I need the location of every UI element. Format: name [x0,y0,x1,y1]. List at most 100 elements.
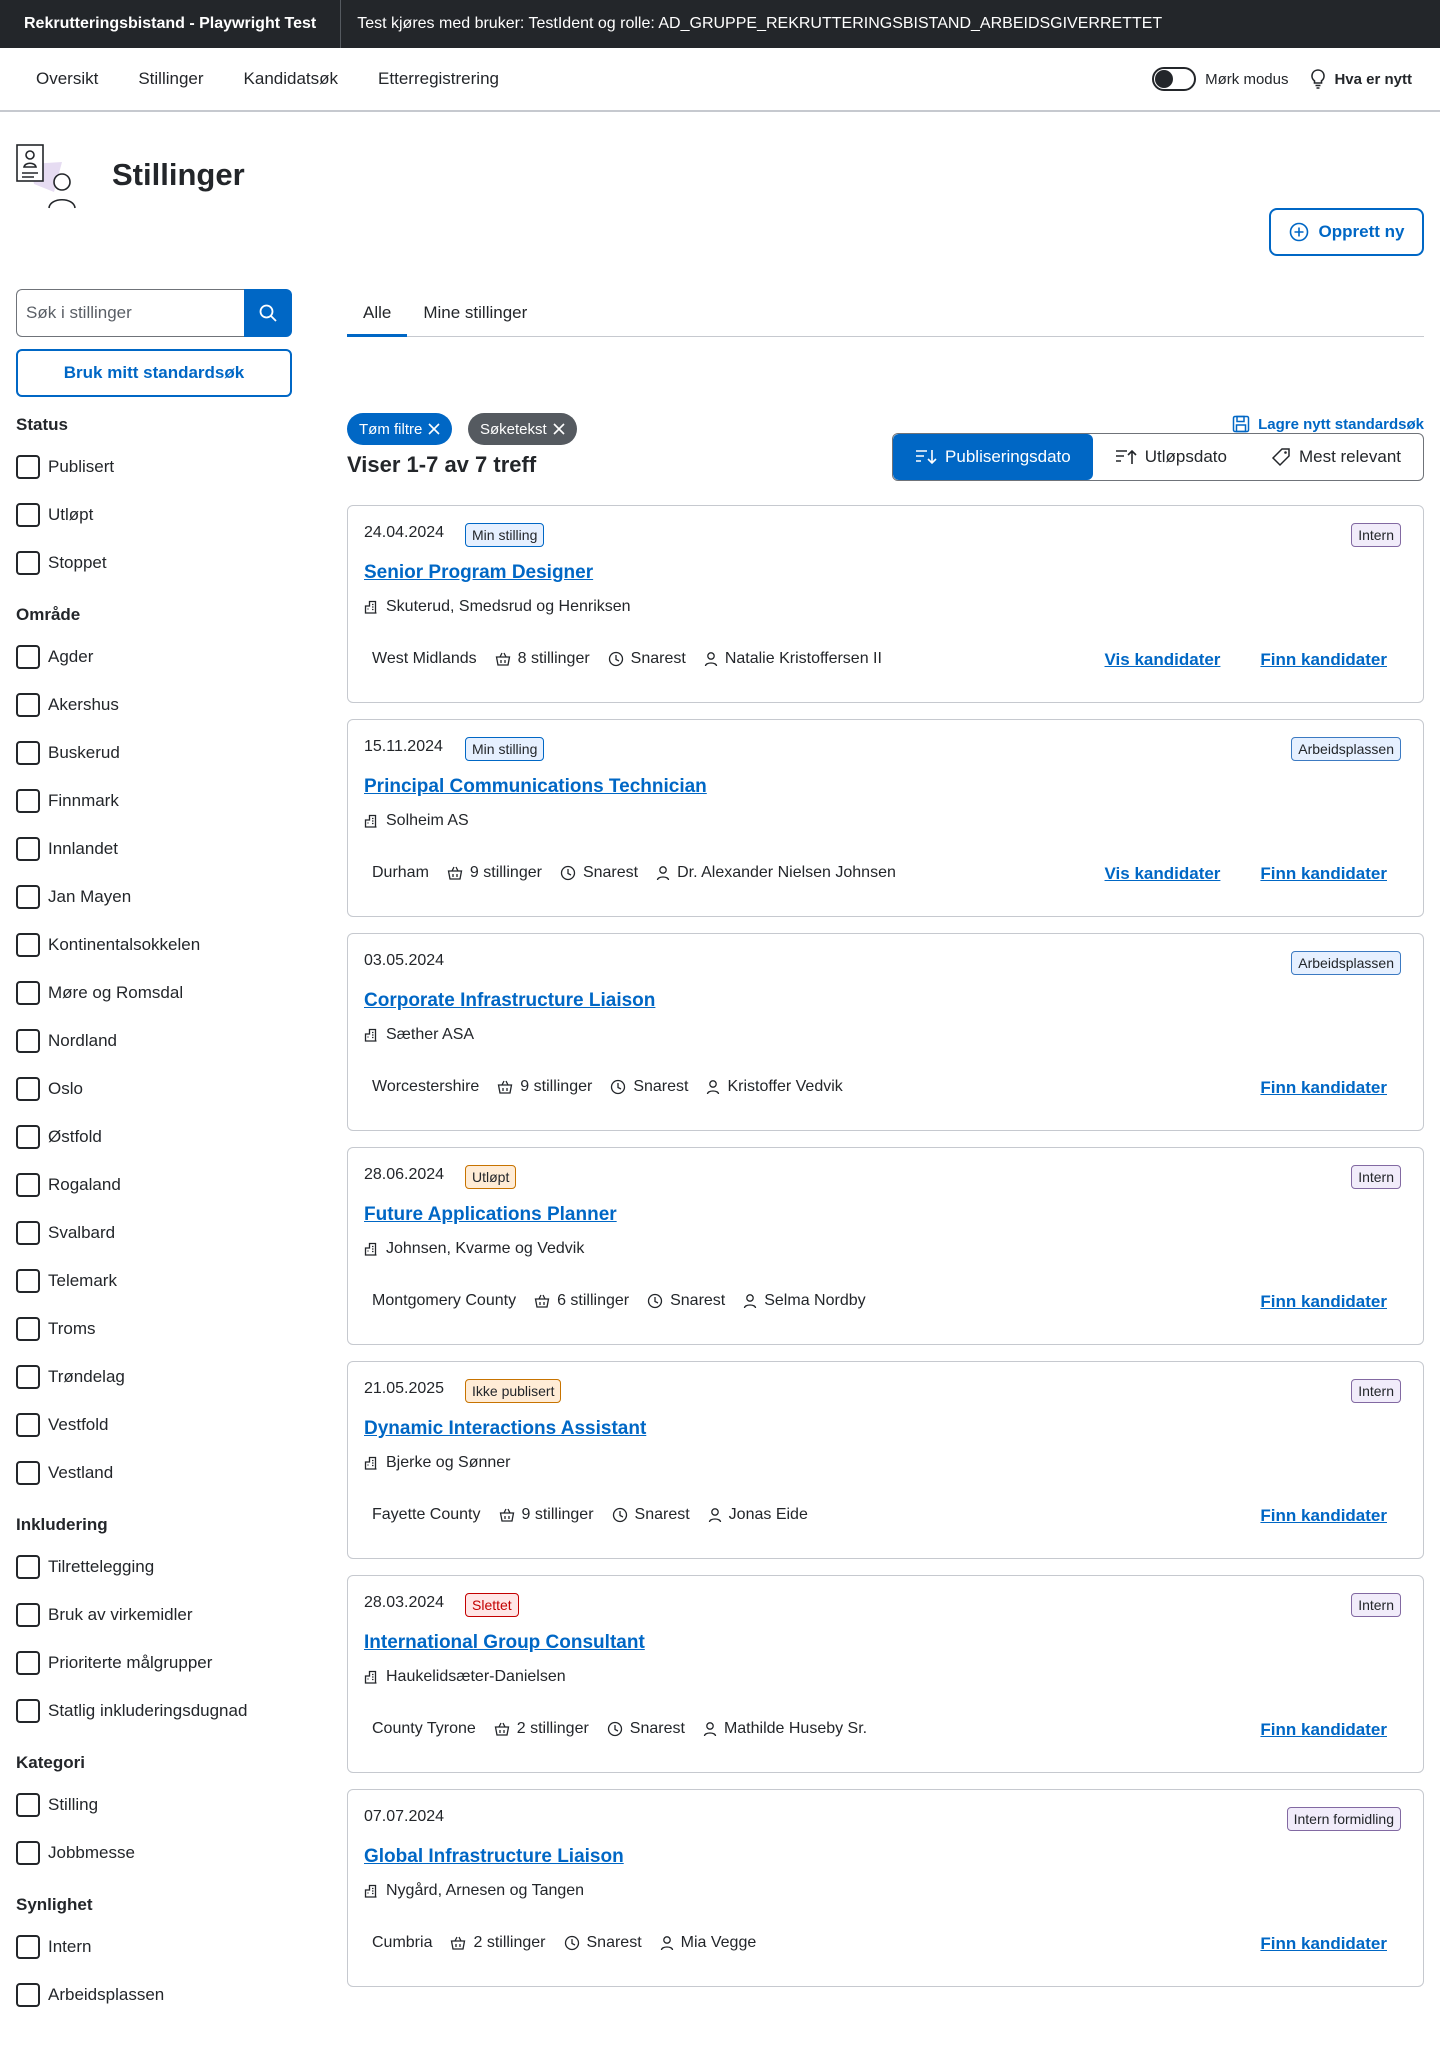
checkbox-akershus[interactable]: Akershus [16,681,292,729]
checkbox-jan-mayen[interactable]: Jan Mayen [16,873,292,921]
sort-utlopsdato[interactable]: Utløpsdato [1093,434,1249,480]
job-title-link[interactable]: Future Applications Planner [364,1204,617,1226]
checkbox-box[interactable] [16,1365,40,1389]
checkbox-box[interactable] [16,1029,40,1053]
nav-kandidatsok[interactable]: Kandidatsøk [224,69,359,89]
checkbox-jobbmesse[interactable]: Jobbmesse [16,1829,292,1877]
checkbox-vestland[interactable]: Vestland [16,1449,292,1497]
checkbox-tilrettelegging[interactable]: Tilrettelegging [16,1543,292,1591]
nav-oversikt[interactable]: Oversikt [16,69,118,89]
checkbox-kontinentalsokkelen[interactable]: Kontinentalsokkelen [16,921,292,969]
checkbox-utlopt[interactable]: Utløpt [16,491,292,539]
owner-text: Dr. Alexander Nielsen Johnsen [677,864,896,881]
checkbox-publisert[interactable]: Publisert [16,443,292,491]
nav-etterregistrering[interactable]: Etterregistrering [358,69,519,89]
tab-alle[interactable]: Alle [347,289,408,337]
checkbox-box[interactable] [16,981,40,1005]
dark-mode-toggle[interactable]: Mørk modus [1152,67,1288,91]
job-title-link[interactable]: Senior Program Designer [364,562,593,584]
finn-kandidater-link[interactable]: Finn kandidater [1260,1292,1387,1312]
sort-mest-relevant[interactable]: Mest relevant [1249,434,1423,480]
checkbox-troms[interactable]: Troms [16,1305,292,1353]
sort-publiseringsdato[interactable]: Publiseringsdato [893,434,1093,480]
positions: 6 stillinger [534,1292,629,1310]
checkbox-box[interactable] [16,645,40,669]
checkbox-box[interactable] [16,1269,40,1293]
dark-mode-label: Mørk modus [1205,70,1289,88]
checkbox-statlig-inkluderingsdugnad[interactable]: Statlig inkluderingsdugnad [16,1687,292,1735]
checkbox-box[interactable] [16,693,40,717]
checkbox-box[interactable] [16,1935,40,1959]
vis-kandidater-link[interactable]: Vis kandidater [1105,650,1221,670]
job-title-link[interactable]: Global Infrastructure Liaison [364,1846,624,1868]
checkbox-intern[interactable]: Intern [16,1923,292,1971]
checkbox-label: Oslo [48,1079,83,1098]
checkbox-label: Utløpt [48,505,94,524]
checkbox-arbeidsplassen[interactable]: Arbeidsplassen [16,1971,292,2019]
checkbox-box[interactable] [16,1555,40,1579]
checkbox-box[interactable] [16,455,40,479]
checkbox-ostfold[interactable]: Østfold [16,1113,292,1161]
search-input[interactable]: Søk i stillinger [16,289,244,337]
checkbox-box[interactable] [16,885,40,909]
finn-kandidater-link[interactable]: Finn kandidater [1260,1078,1387,1098]
checkbox-box[interactable] [16,1461,40,1485]
checkbox-box[interactable] [16,1317,40,1341]
checkbox-agder[interactable]: Agder [16,633,292,681]
search-button[interactable] [244,289,292,337]
checkbox-box[interactable] [16,551,40,575]
checkbox-vestfold[interactable]: Vestfold [16,1401,292,1449]
filter-group-title-synlighet: Synlighet [16,1895,93,1914]
vis-kandidater-link[interactable]: Vis kandidater [1105,864,1221,884]
checkbox-stoppet[interactable]: Stoppet [16,539,292,587]
tab-mine-stillinger[interactable]: Mine stillinger [407,289,543,336]
checkbox-rogaland[interactable]: Rogaland [16,1161,292,1209]
checkbox-box[interactable] [16,1651,40,1675]
finn-kandidater-link[interactable]: Finn kandidater [1260,1934,1387,1954]
finn-kandidater-link[interactable]: Finn kandidater [1260,1506,1387,1526]
whats-new-button[interactable]: Hva er nytt [1310,69,1412,89]
checkbox-box[interactable] [16,1699,40,1723]
employer-name: Sæther ASA [386,1026,475,1043]
basket-icon [534,1294,550,1308]
job-title-link[interactable]: International Group Consultant [364,1632,645,1654]
checkbox-box[interactable] [16,837,40,861]
nav-stillinger[interactable]: Stillinger [118,69,223,89]
finn-kandidater-link[interactable]: Finn kandidater [1260,864,1387,884]
checkbox-box[interactable] [16,1173,40,1197]
checkbox-nordland[interactable]: Nordland [16,1017,292,1065]
checkbox-trondelag[interactable]: Trøndelag [16,1353,292,1401]
checkbox-finnmark[interactable]: Finnmark [16,777,292,825]
finn-kandidater-link[interactable]: Finn kandidater [1260,1720,1387,1740]
checkbox-box[interactable] [16,1793,40,1817]
checkbox-bruk-av-virkemidler[interactable]: Bruk av virkemidler [16,1591,292,1639]
checkbox-box[interactable] [16,1983,40,2007]
checkbox-box[interactable] [16,503,40,527]
checkbox-box[interactable] [16,741,40,765]
checkbox-box[interactable] [16,1413,40,1437]
employer: Skuterud, Smedsrud og Henriksen [364,598,631,616]
toggle-switch[interactable] [1152,67,1197,91]
checkbox-box[interactable] [16,1841,40,1865]
finn-kandidater-link[interactable]: Finn kandidater [1260,650,1387,670]
checkbox-innlandet[interactable]: Innlandet [16,825,292,873]
checkbox-prioriterte-malgrupper[interactable]: Prioriterte målgrupper [16,1639,292,1687]
job-title-link[interactable]: Corporate Infrastructure Liaison [364,990,655,1012]
checkbox-stilling[interactable]: Stilling [16,1781,292,1829]
checkbox-more-og-romsdal[interactable]: Møre og Romsdal [16,969,292,1017]
checkbox-box[interactable] [16,1221,40,1245]
checkbox-box[interactable] [16,1603,40,1627]
save-standard-search-button[interactable]: Lagre nytt standardsøk [1232,415,1424,433]
checkbox-box[interactable] [16,933,40,957]
job-title-link[interactable]: Dynamic Interactions Assistant [364,1418,646,1440]
checkbox-buskerud[interactable]: Buskerud [16,729,292,777]
checkbox-oslo[interactable]: Oslo [16,1065,292,1113]
job-title-link[interactable]: Principal Communications Technician [364,776,707,798]
create-new-button[interactable]: Opprett ny [1269,208,1424,256]
checkbox-box[interactable] [16,1077,40,1101]
checkbox-telemark[interactable]: Telemark [16,1257,292,1305]
standard-search-button[interactable]: Bruk mitt standardsøk [16,349,292,397]
checkbox-svalbard[interactable]: Svalbard [16,1209,292,1257]
checkbox-box[interactable] [16,789,40,813]
checkbox-box[interactable] [16,1125,40,1149]
